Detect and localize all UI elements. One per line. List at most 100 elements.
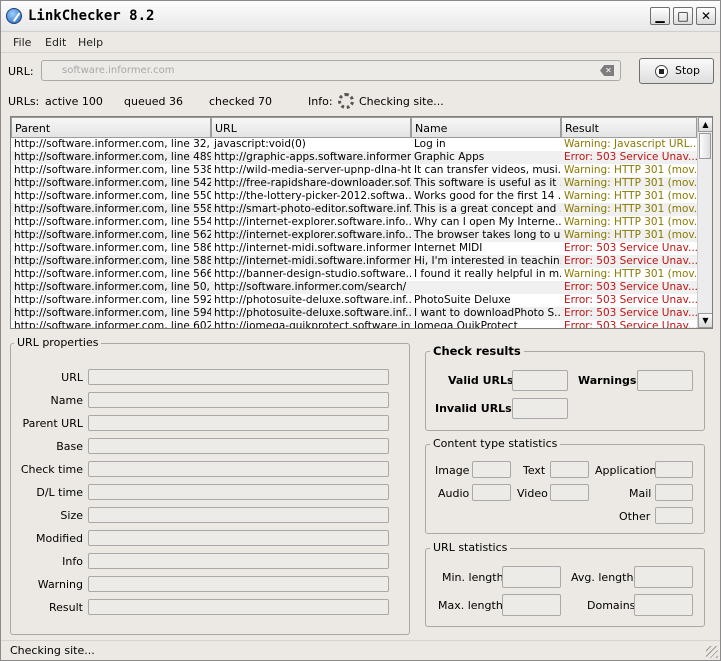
- table-header: Parent URL Name Result: [11, 117, 697, 138]
- url-properties-title: URL properties: [14, 336, 102, 349]
- cell-url: http://wild-media-server-upnp-dlna-ht...: [214, 164, 411, 176]
- property-field: [88, 599, 389, 615]
- cell-result: Warning: HTTP 301 (mov...: [564, 164, 697, 176]
- property-field: [88, 553, 389, 569]
- property-label: Base: [56, 440, 83, 453]
- video-label: Video: [517, 487, 548, 500]
- table-row[interactable]: http://software.informer.com, line 489..…: [11, 151, 697, 164]
- active-count: active 100: [45, 95, 103, 108]
- status-bar: Checking site...: [1, 640, 720, 660]
- table-row[interactable]: http://software.informer.com, line 558..…: [11, 203, 697, 216]
- other-label: Other: [619, 510, 651, 523]
- menu-help[interactable]: Help: [78, 36, 103, 49]
- cell-parent: http://software.informer.com, line 588..…: [14, 255, 211, 267]
- table-row[interactable]: http://software.informer.com, line 592..…: [11, 294, 697, 307]
- property-label: Parent URL: [22, 417, 83, 430]
- cell-url: http://banner-design-studio.software...: [214, 268, 411, 280]
- image-label: Image: [435, 464, 470, 477]
- column-header-url[interactable]: URL: [211, 117, 411, 138]
- table-row[interactable]: http://software.informer.com, line 588..…: [11, 255, 697, 268]
- cell-name: PhotoSuite Deluxe: [414, 294, 511, 306]
- table-row[interactable]: http://software.informer.com, line 586..…: [11, 242, 697, 255]
- cell-name: [411, 281, 561, 294]
- cell-parent: http://software.informer.com, line 602..…: [14, 320, 211, 328]
- scroll-thumb[interactable]: [699, 133, 711, 159]
- resize-grip-icon[interactable]: [706, 646, 718, 658]
- cell-url: http://internet-explorer.software.info..…: [214, 229, 411, 241]
- cell-name: This is a great concept and ...: [414, 203, 561, 215]
- cell-parent: http://software.informer.com, line 538..…: [14, 164, 211, 176]
- cell-result: Warning: HTTP 301 (mov...: [564, 229, 697, 241]
- check-results-group: [425, 351, 705, 431]
- cell-result: Error: 503 Service Unav...: [564, 307, 697, 319]
- property-label: URL: [61, 371, 83, 384]
- table-row[interactable]: http://software.informer.com, line 554..…: [11, 216, 697, 229]
- cell-result: Error: 503 Service Unav...: [564, 151, 697, 163]
- cell-url: http://graphic-apps.software.informer...: [214, 151, 411, 163]
- domains-value: [634, 594, 693, 616]
- cell-url: http://software.informer.com/search/: [214, 281, 407, 293]
- cell-parent: http://software.informer.com, line 566..…: [14, 268, 211, 280]
- check-results-title: Check results: [430, 344, 524, 358]
- audio-label: Audio: [438, 487, 470, 500]
- cell-name: Why can I open My Interne...: [414, 216, 561, 228]
- cell-parent: http://software.informer.com, line 562..…: [14, 229, 211, 241]
- table-row[interactable]: http://software.informer.com, line 594..…: [11, 307, 697, 320]
- table-row[interactable]: http://software.informer.com, line 566..…: [11, 268, 697, 281]
- close-button[interactable]: ✕: [696, 7, 716, 25]
- url-input[interactable]: [62, 63, 582, 78]
- property-field: [88, 438, 389, 454]
- cell-result: Warning: HTTP 301 (mov...: [564, 268, 697, 280]
- table-row[interactable]: http://software.informer.com, line 32,..…: [11, 138, 697, 151]
- cell-name: Log in: [414, 138, 446, 150]
- cell-url: http://internet-midi.software.informer..…: [214, 242, 411, 254]
- table-scrollbar[interactable]: ▲ ▼: [697, 117, 712, 328]
- cell-result: Warning: HTTP 301 (mov...: [564, 203, 697, 215]
- spinner-icon: [338, 93, 354, 109]
- minimize-button[interactable]: ▁: [650, 7, 670, 25]
- table-row[interactable]: http://software.informer.com, line 562..…: [11, 229, 697, 242]
- table-row[interactable]: http://software.informer.com, line 538..…: [11, 164, 697, 177]
- cell-parent: http://software.informer.com, line 554..…: [14, 216, 211, 228]
- warnings-label: Warnings: [578, 374, 637, 387]
- scroll-down-icon[interactable]: ▼: [698, 313, 712, 328]
- table-row[interactable]: http://software.informer.com, line 602..…: [11, 320, 697, 328]
- avg-length-value: [634, 566, 693, 588]
- scroll-up-icon[interactable]: ▲: [698, 117, 712, 132]
- cell-result: Error: 503 Service Unav...: [564, 281, 697, 293]
- menu-edit[interactable]: Edit: [45, 36, 66, 49]
- stop-button[interactable]: Stop: [639, 58, 714, 84]
- close-icon: ✕: [700, 9, 712, 23]
- column-header-result[interactable]: Result: [561, 117, 697, 138]
- table-row[interactable]: http://software.informer.com, line 542..…: [11, 177, 697, 190]
- cell-result: Warning: HTTP 301 (mov...: [564, 177, 697, 189]
- cell-parent: http://software.informer.com, line 586..…: [14, 242, 211, 254]
- url-field: ✕: [41, 60, 621, 81]
- menu-file[interactable]: File: [13, 36, 31, 49]
- linkchecker-logo-icon: [6, 8, 22, 24]
- column-header-name[interactable]: Name: [411, 117, 561, 138]
- cell-url: http://internet-explorer.software.info..…: [214, 216, 411, 228]
- cell-name: Hi, I'm interested in teachin...: [414, 255, 561, 267]
- text-label: Text: [523, 464, 546, 477]
- invalid-urls-label: Invalid URLs: [435, 402, 512, 415]
- property-field: [88, 530, 389, 546]
- text-value: [550, 461, 589, 478]
- maximize-button[interactable]: □: [673, 7, 693, 25]
- minimize-icon: ▁: [655, 9, 665, 23]
- column-header-parent[interactable]: Parent: [11, 117, 211, 138]
- clear-input-icon[interactable]: ✕: [600, 65, 614, 76]
- content-type-title: Content type statistics: [430, 437, 561, 450]
- warnings-value: [637, 370, 693, 391]
- table-row[interactable]: http://software.informer.com, line 50,..…: [11, 281, 697, 294]
- url-label: URL:: [8, 65, 34, 78]
- table-row[interactable]: http://software.informer.com, line 550..…: [11, 190, 697, 203]
- valid-urls-value: [512, 370, 568, 391]
- stop-label: Stop: [675, 64, 701, 77]
- property-label: Result: [49, 601, 83, 614]
- min-length-value: [502, 566, 561, 588]
- results-table: Parent URL Name Result http://software.i…: [10, 116, 713, 329]
- cell-url: http://free-rapidshare-downloader.sof...: [214, 177, 411, 189]
- property-label: Size: [60, 509, 83, 522]
- cell-result: Error: 503 Service Unav...: [564, 255, 697, 267]
